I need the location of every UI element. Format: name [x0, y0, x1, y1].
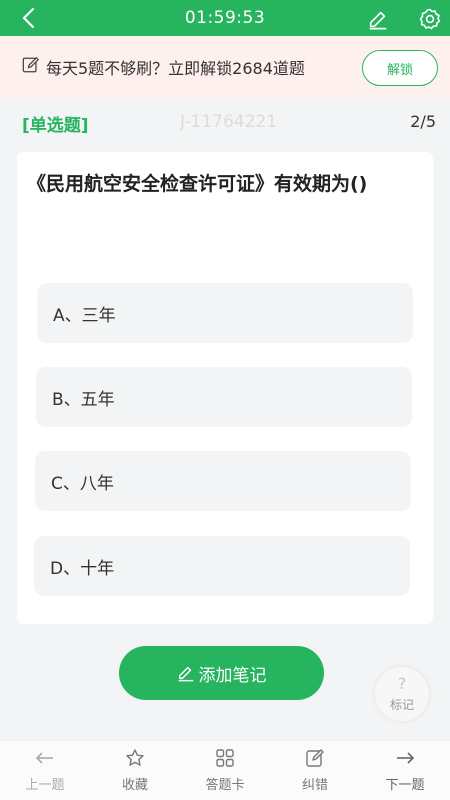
favorite-label: 收藏: [121, 778, 148, 793]
back-arrow-icon[interactable]: [18, 6, 42, 30]
star-icon: [126, 749, 144, 766]
promo-text: 每天5题不够刷？立即解锁2684道题: [46, 59, 305, 78]
pencil-icon: [178, 666, 193, 682]
timer: 01:59:53: [184, 8, 266, 28]
top-bar: 01:59:53: [0, 0, 450, 36]
favorite-button[interactable]: 收藏: [90, 741, 180, 800]
option-b[interactable]: B、五年: [36, 367, 412, 427]
gear-icon[interactable]: [418, 7, 442, 31]
arrow-left-icon: [36, 752, 53, 764]
unlock-button[interactable]: 解锁: [362, 50, 438, 86]
edit-icon: [306, 749, 324, 767]
next-question-button[interactable]: 下一题: [360, 741, 450, 800]
answer-card-button[interactable]: 答题卡: [180, 741, 270, 800]
grid-icon: [216, 749, 234, 767]
promo-banner: 每天5题不够刷？立即解锁2684道题 解锁: [0, 36, 450, 98]
note-pencil-icon: [22, 57, 39, 73]
report-error-button[interactable]: 纠错: [270, 741, 360, 800]
edit-icon[interactable]: [367, 8, 389, 30]
option-c[interactable]: C、八年: [35, 451, 411, 511]
mark-label: 标记: [389, 697, 414, 712]
option-d[interactable]: D、十年: [34, 536, 410, 596]
add-note-label: 添加笔记: [198, 665, 267, 686]
prev-question-label: 上一题: [25, 778, 65, 793]
add-note-button[interactable]: 添加笔记: [119, 646, 324, 700]
question-text: 《民用航空安全检查许可证》有效期为(): [27, 173, 368, 195]
option-a[interactable]: A、三年: [37, 283, 413, 343]
answer-card-label: 答题卡: [205, 778, 245, 793]
question-id: J-11764221: [180, 112, 278, 132]
question-progress: 2/5: [410, 112, 436, 131]
next-question-label: 下一题: [385, 778, 425, 793]
question-meta: [单选题] J-11764221 2/5: [0, 108, 450, 138]
prev-question-button[interactable]: 上一题: [0, 741, 90, 800]
arrow-right-icon: [397, 752, 414, 764]
report-error-label: 纠错: [301, 778, 328, 793]
bottom-nav: 上一题 收藏 答题卡 纠错 下一题: [0, 740, 450, 800]
question-type-label: [单选题]: [22, 116, 89, 136]
question-mark-icon: ?: [397, 673, 407, 693]
mark-button[interactable]: ? 标记: [375, 667, 429, 721]
